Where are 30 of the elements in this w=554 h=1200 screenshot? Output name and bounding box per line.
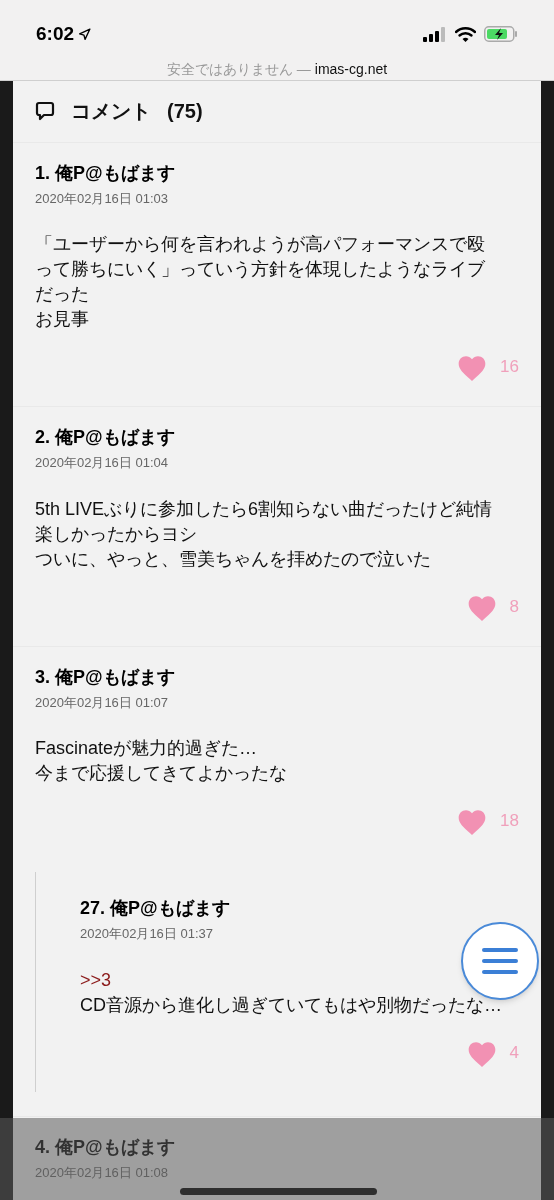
comment-date: 2020年02月16日 01:07 (35, 693, 168, 712)
comment-date: 2020年02月16日 01:03 (35, 189, 168, 208)
comment-text: Fascinateが魅力的過ぎた… 今まで応援してきてよかったな (35, 737, 288, 785)
comment-text: CD音源から進化し過ぎていてもはや別物だったな… (80, 993, 503, 1017)
comment-author: 27. 俺P@もばます (80, 897, 230, 920)
comment-date: 2020年02月16日 01:37 (80, 925, 213, 943)
battery-charging-icon (484, 26, 518, 43)
signal-icon (423, 26, 447, 42)
comment-date: 2020年02月16日 01:08 (35, 1163, 168, 1182)
comment-date: 2020年02月16日 01:04 (35, 454, 168, 472)
comment-icon (35, 101, 55, 121)
comment-author: 1. 俺P@もばます (35, 161, 175, 185)
status-time: 6:02 (36, 22, 75, 46)
section-title: コメント (71, 99, 151, 124)
home-indicator[interactable] (180, 1188, 377, 1195)
site-domain[interactable]: imas-cg.net (314, 58, 388, 80)
wifi-icon (455, 26, 476, 42)
security-warning: 安全ではありません — (166, 59, 311, 79)
like-count: 8 (509, 595, 519, 618)
like-count: 16 (500, 356, 519, 379)
comment-author: 3. 俺P@もばます (35, 665, 175, 689)
menu-icon (482, 947, 518, 975)
like-count: 18 (500, 810, 519, 833)
like-count: 4 (509, 1041, 519, 1064)
comment-author: 4. 俺P@もばます (35, 1135, 175, 1159)
comment-author: 2. 俺P@もばます (35, 426, 175, 449)
comment-text: 5th LIVEぶりに参加したら6割知らない曲だったけど純情 楽しかったからヨシ ついに、やっと、雪美ちゃんを拝めたので泣いた (35, 497, 494, 571)
comment-text: 「ユーザーから何を言われようが高パフォーマンスで殴 って勝ちにいく」っていう方針を体現したようなライブ だった お見事 (35, 233, 486, 331)
comment-count: (75) (167, 99, 203, 124)
location-arrow-icon (78, 27, 92, 41)
